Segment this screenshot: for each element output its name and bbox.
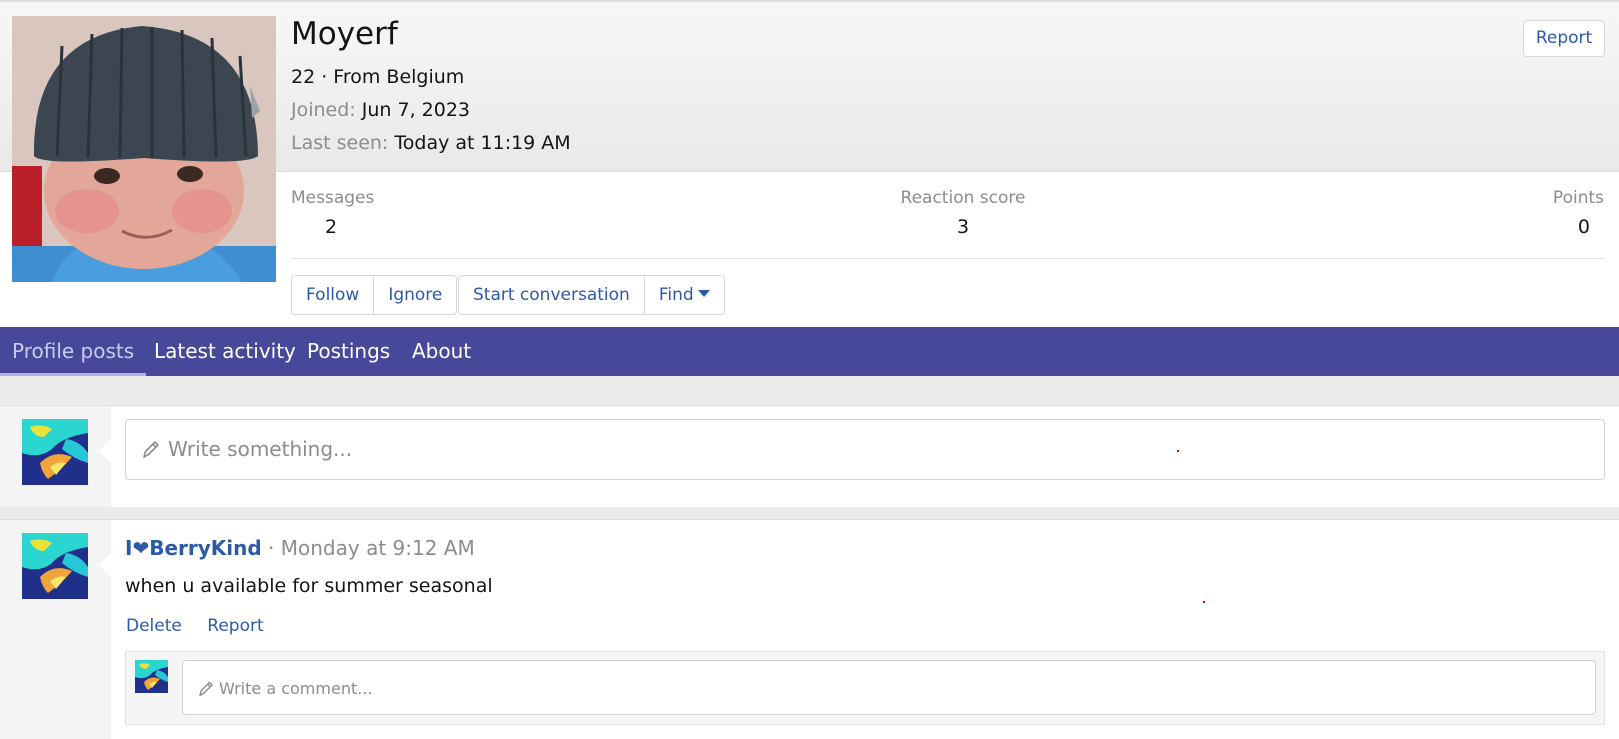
- stat-reaction-value: 3: [956, 216, 970, 238]
- pencil-icon: [199, 681, 213, 697]
- post-author-avatar[interactable]: [22, 533, 88, 599]
- find-label: Find: [658, 285, 694, 305]
- post-pointer: [99, 553, 111, 577]
- profile-post-composer: Write something...: [0, 405, 1619, 507]
- stat-points-label: Points: [1552, 188, 1604, 208]
- stat-reaction-score: Reaction score 3: [898, 188, 1028, 238]
- tab-about[interactable]: About: [400, 327, 483, 376]
- tab-postings[interactable]: Postings: [295, 327, 402, 376]
- profile-age-location: 22 · From Belgium: [291, 66, 465, 88]
- caret-down-icon: [697, 290, 710, 297]
- report-post-link[interactable]: Report: [207, 616, 263, 636]
- follow-ignore-group: Follow Ignore: [291, 275, 458, 315]
- stats-divider: [291, 258, 1605, 259]
- current-user-avatar-image: [22, 419, 88, 485]
- profile-avatar[interactable]: [12, 16, 276, 282]
- post-body: when u available for summer seasonal: [125, 575, 493, 597]
- post-author-link[interactable]: I❤BerryKind: [125, 536, 262, 560]
- follow-button[interactable]: Follow: [292, 276, 373, 314]
- write-something-input[interactable]: Write something...: [125, 419, 1605, 480]
- profile-joined: Joined: Jun 7, 2023: [291, 99, 470, 121]
- report-profile-button[interactable]: Report: [1523, 20, 1605, 57]
- comment-user-avatar[interactable]: [135, 660, 168, 693]
- joined-label: Joined:: [291, 99, 356, 121]
- find-dropdown-button[interactable]: Find: [643, 276, 724, 314]
- stat-messages-value: 2: [324, 216, 338, 238]
- last-seen-label: Last seen:: [291, 132, 389, 154]
- write-something-placeholder: Write something...: [168, 437, 353, 461]
- profile-card: Moyerf 22 · From Belgium Joined: Jun 7, …: [0, 0, 1619, 327]
- stray-dot: [1177, 450, 1179, 452]
- profile-username: Moyerf: [291, 16, 398, 52]
- write-comment-input[interactable]: Write a comment...: [182, 660, 1596, 715]
- stat-messages[interactable]: Messages 2: [291, 188, 375, 238]
- ignore-button[interactable]: Ignore: [373, 276, 456, 314]
- profile-last-seen: Last seen: Today at 11:19 AM: [291, 132, 571, 154]
- write-comment-placeholder: Write a comment...: [219, 679, 373, 698]
- post-timestamp[interactable]: Monday at 9:12 AM: [281, 536, 475, 560]
- conversation-find-group: Start conversation Find: [458, 275, 725, 315]
- joined-value: Jun 7, 2023: [361, 99, 470, 121]
- profile-post: I❤BerryKind · Monday at 9:12 AM when u a…: [0, 519, 1619, 739]
- tab-profile-posts[interactable]: Profile posts: [0, 327, 147, 376]
- post-author-avatar-image: [22, 533, 88, 599]
- tab-latest-activity[interactable]: Latest activity: [142, 327, 308, 376]
- composer-pointer: [99, 439, 111, 463]
- post-header: I❤BerryKind · Monday at 9:12 AM: [125, 536, 475, 560]
- pencil-icon: [143, 441, 159, 458]
- stat-points-value: 0: [1577, 216, 1590, 238]
- profile-tabbar: Profile posts Latest activity Postings A…: [0, 327, 1619, 376]
- post-actions: Delete Report: [126, 616, 284, 636]
- avatar-image: [12, 16, 276, 282]
- start-conversation-button[interactable]: Start conversation: [459, 276, 644, 314]
- post-separator: ·: [268, 536, 275, 560]
- stat-reaction-label: Reaction score: [900, 188, 1026, 208]
- delete-post-link[interactable]: Delete: [126, 616, 182, 636]
- last-seen-value: Today at 11:19 AM: [394, 132, 571, 154]
- comment-area: Write a comment...: [125, 651, 1605, 725]
- current-user-avatar[interactable]: [22, 419, 88, 485]
- stray-dot: [1203, 601, 1205, 603]
- comment-user-avatar-image: [135, 660, 168, 693]
- stat-points[interactable]: Points 0: [1540, 188, 1604, 238]
- stat-messages-label: Messages: [291, 188, 375, 208]
